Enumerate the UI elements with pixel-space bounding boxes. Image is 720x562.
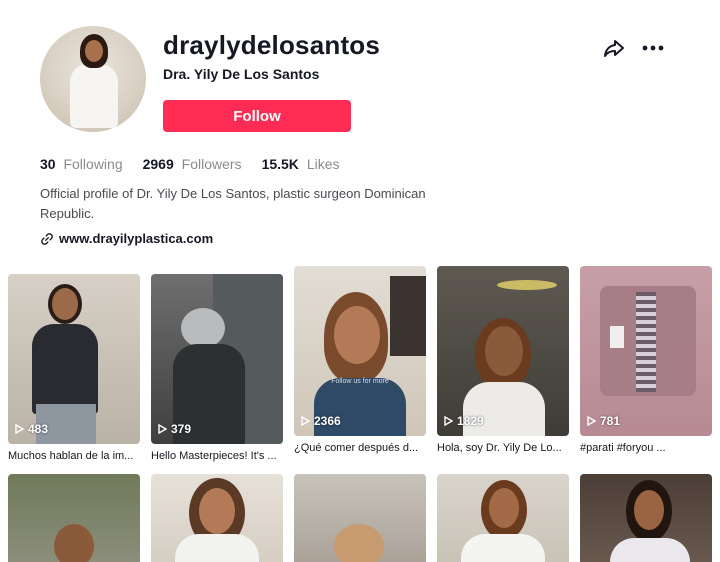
video-tile[interactable] bbox=[437, 474, 569, 562]
play-icon bbox=[15, 424, 24, 434]
video-views: 1829 bbox=[444, 414, 484, 428]
video-overlay-text: Follow us for more bbox=[331, 378, 389, 385]
followers-count: 2969 bbox=[142, 156, 174, 172]
play-icon bbox=[301, 416, 310, 426]
play-icon bbox=[158, 424, 167, 434]
video-views: 483 bbox=[15, 422, 48, 436]
video-caption[interactable]: Muchos hablan de la im... bbox=[8, 450, 140, 462]
username: draylydelosantos bbox=[163, 30, 381, 60]
video-tile[interactable] bbox=[580, 474, 712, 562]
video-tile[interactable]: 379 bbox=[151, 274, 283, 444]
video-views: 2366 bbox=[301, 414, 341, 428]
video-tile[interactable] bbox=[8, 474, 140, 562]
play-icon bbox=[444, 416, 453, 426]
likes-count: 15.5K bbox=[261, 156, 299, 172]
profile-stats: 30 Following 2969 Followers 15.5K Likes bbox=[40, 156, 360, 172]
video-caption[interactable]: Hello Masterpieces! It's ... bbox=[151, 450, 283, 462]
video-views: 781 bbox=[587, 414, 620, 428]
following-label: Following bbox=[63, 156, 123, 172]
video-tile[interactable] bbox=[294, 474, 426, 562]
video-views: 379 bbox=[158, 422, 191, 436]
follow-button[interactable]: Follow bbox=[163, 100, 351, 132]
video-caption[interactable]: ¿Qué comer después d... bbox=[294, 442, 426, 454]
play-icon bbox=[587, 416, 596, 426]
avatar[interactable] bbox=[40, 26, 146, 132]
likes-label: Likes bbox=[306, 156, 340, 172]
video-tile[interactable]: Follow us for more 2366 bbox=[294, 266, 426, 436]
following-stat[interactable]: 30 Following bbox=[40, 156, 123, 172]
profile-link[interactable]: www.drayilyplastica.com bbox=[40, 231, 213, 246]
nickname: Dra. Yily De Los Santos bbox=[163, 66, 320, 82]
video-tile[interactable] bbox=[151, 474, 283, 562]
video-tile[interactable]: 781 bbox=[580, 266, 712, 436]
profile-link-text: www.drayilyplastica.com bbox=[59, 231, 214, 246]
followers-stat[interactable]: 2969 Followers bbox=[143, 156, 242, 172]
video-caption[interactable]: #parati #foryou ... bbox=[580, 442, 712, 454]
following-count: 30 bbox=[40, 156, 56, 172]
video-tile[interactable]: 483 bbox=[8, 274, 140, 444]
share-icon[interactable] bbox=[602, 36, 626, 60]
link-icon bbox=[41, 232, 53, 245]
likes-stat: 15.5K Likes bbox=[262, 156, 340, 172]
video-caption[interactable]: Hola, soy Dr. Yily De Lo... bbox=[437, 442, 569, 454]
video-tile[interactable]: 1829 bbox=[437, 266, 569, 436]
followers-label: Followers bbox=[181, 156, 242, 172]
profile-bio: Official profile of Dr. Yily De Los Sant… bbox=[40, 186, 426, 221]
more-icon[interactable] bbox=[640, 36, 666, 60]
